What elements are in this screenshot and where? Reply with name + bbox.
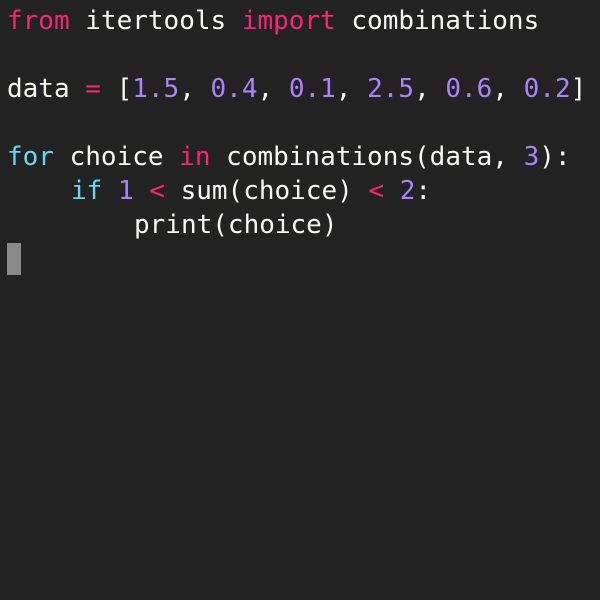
code-token: for xyxy=(7,142,54,172)
code-line-5: print(choice) xyxy=(134,208,338,242)
code-token: print(choice) xyxy=(134,210,338,240)
code-token: sum(choice) xyxy=(164,176,369,206)
code-token: 2.5 xyxy=(367,74,415,104)
code-token: [ xyxy=(100,74,133,104)
code-token: data xyxy=(7,74,86,104)
code-token: , xyxy=(492,74,524,104)
code-line-1: from itertools import combinations xyxy=(7,4,539,38)
code-token: in xyxy=(179,142,211,172)
code-token: if xyxy=(71,176,103,206)
code-token: combinations(data, xyxy=(210,142,524,172)
code-token: < xyxy=(368,176,385,206)
code-token: 1 xyxy=(117,176,134,206)
code-line-2: data = [1.5, 0.4, 0.1, 2.5, 0.6, 0.2] xyxy=(7,72,586,106)
code-token: 0.4 xyxy=(210,74,258,104)
code-token: from xyxy=(7,6,70,36)
code-token: , xyxy=(335,74,368,104)
code-token: ): xyxy=(539,142,571,172)
code-token: choice xyxy=(53,142,180,172)
code-token: 2 xyxy=(399,176,416,206)
code-token: combinations xyxy=(335,6,540,36)
code-token: 3 xyxy=(523,142,540,172)
code-token: = xyxy=(85,74,101,104)
code-token: < xyxy=(149,176,165,206)
code-token: import xyxy=(241,6,336,36)
code-token: 0.6 xyxy=(445,74,493,104)
code-token: , xyxy=(179,74,211,104)
text-cursor xyxy=(7,243,21,275)
code-token: ] xyxy=(570,74,587,104)
code-token: itertools xyxy=(69,6,242,36)
code-token: : xyxy=(415,176,432,206)
code-line-3: for choice in combinations(data, 3): xyxy=(7,140,571,174)
code-editor[interactable]: from itertools import combinations data … xyxy=(0,0,600,600)
code-line-4: if 1 < sum(choice) < 2: xyxy=(71,174,431,208)
code-token: 0.2 xyxy=(523,74,571,104)
code-token: , xyxy=(257,74,289,104)
code-token: , xyxy=(414,74,446,104)
code-token: 1.5 xyxy=(132,74,180,104)
code-token: 0.1 xyxy=(288,74,336,104)
